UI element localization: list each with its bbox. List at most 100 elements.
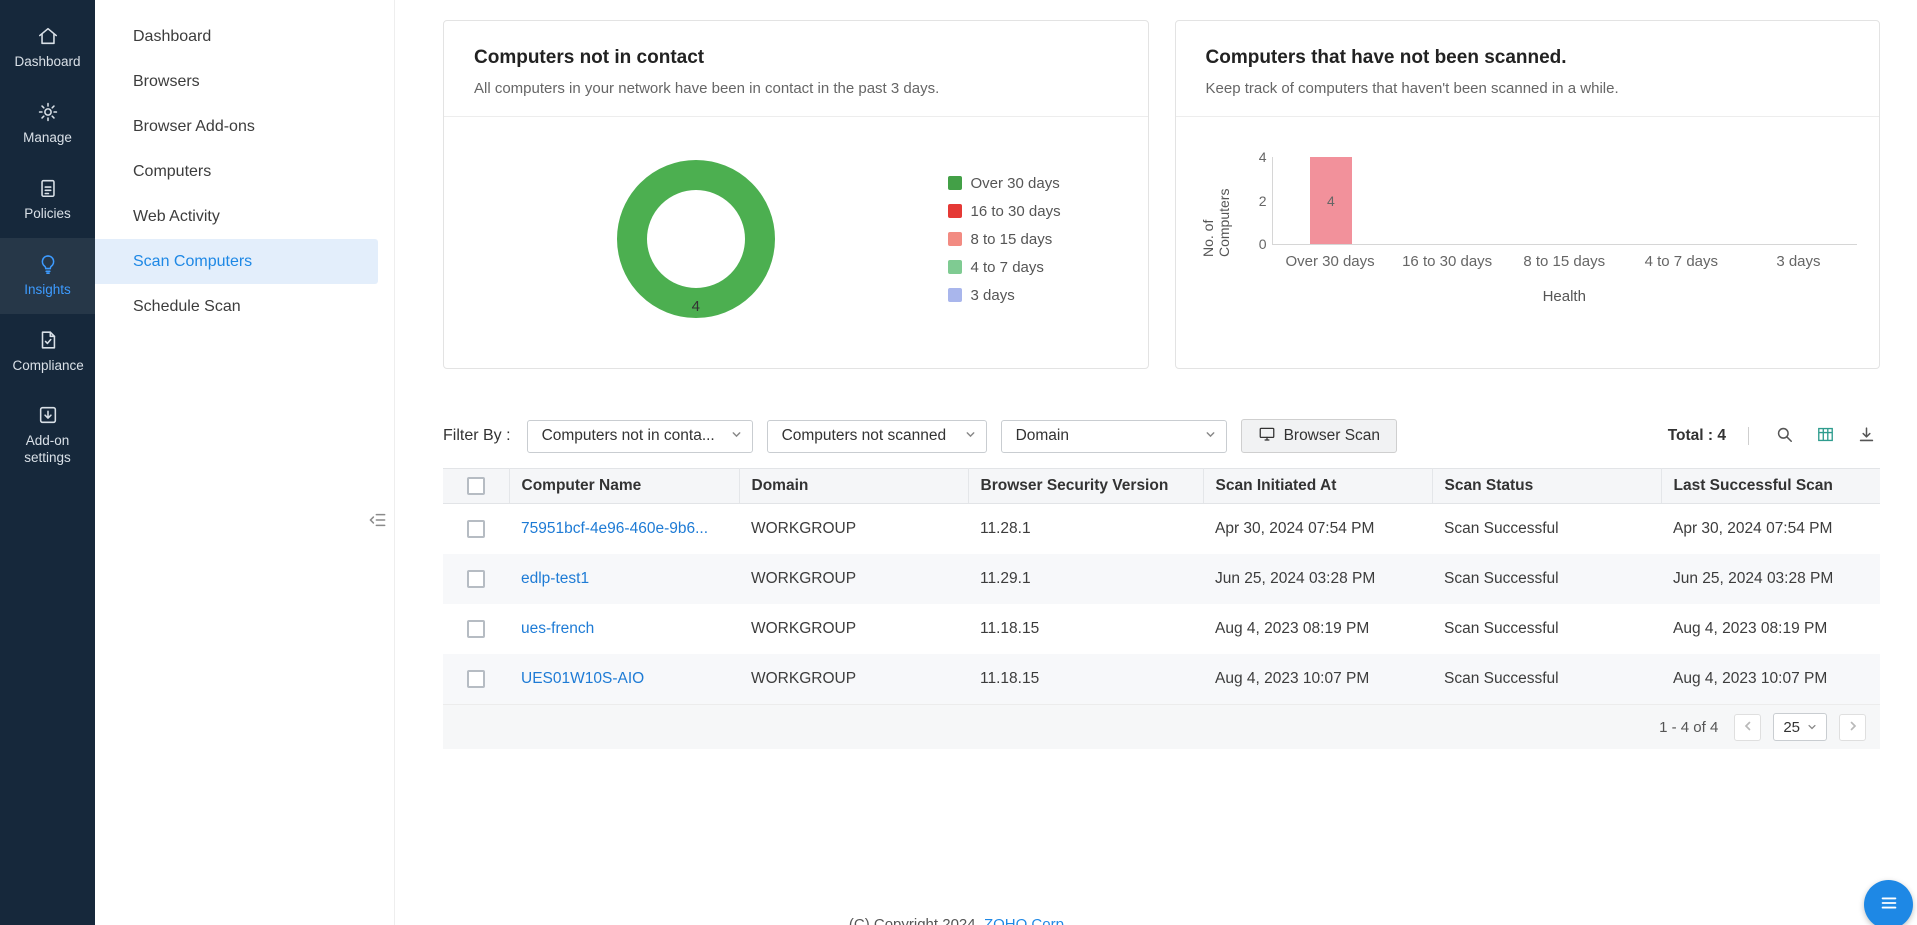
chevron-right-icon: [1847, 720, 1859, 735]
x-tick-label: 16 to 30 days: [1389, 253, 1506, 270]
table-row: edlp-test1 WORKGROUP 11.29.1 Jun 25, 202…: [443, 554, 1880, 604]
select-all-checkbox[interactable]: [467, 477, 485, 495]
card-computers-not-scanned: Computers that have not been scanned. Ke…: [1175, 20, 1881, 369]
cell-domain: WORKGROUP: [739, 554, 968, 604]
rail-item-manage[interactable]: Manage: [0, 86, 95, 162]
dropdown-value: Computers not in conta...: [542, 427, 715, 445]
cell-scan-status: Scan Successful: [1432, 654, 1661, 704]
column-header-domain[interactable]: Domain: [739, 469, 968, 504]
legend-item: 3 days: [948, 287, 1120, 304]
cell-version: 11.28.1: [968, 504, 1203, 555]
cell-scan-status: Scan Successful: [1432, 504, 1661, 555]
table-row: 75951bcf-4e96-460e-9b6... WORKGROUP 11.2…: [443, 504, 1880, 555]
computer-name-link[interactable]: UES01W10S-AIO: [521, 670, 644, 687]
sidebar-item-web-activity[interactable]: Web Activity: [95, 194, 394, 239]
filter-dropdown-contact[interactable]: Computers not in conta...: [527, 420, 753, 453]
legend-label: Over 30 days: [971, 175, 1060, 192]
legend-label: 8 to 15 days: [971, 231, 1053, 248]
cell-last-scan: Aug 4, 2023 10:07 PM: [1661, 654, 1880, 704]
search-icon: [1775, 425, 1794, 447]
filter-toolbar: Filter By : Computers not in conta... Co…: [443, 419, 1880, 453]
cell-version: 11.29.1: [968, 554, 1203, 604]
sidebar-item-scan-computers[interactable]: Scan Computers: [95, 239, 378, 284]
compliance-icon: [37, 329, 59, 351]
rail-item-label: Add-on settings: [13, 433, 83, 467]
cell-last-scan: Apr 30, 2024 07:54 PM: [1661, 504, 1880, 555]
filter-dropdown-scanned[interactable]: Computers not scanned: [767, 420, 987, 453]
sidebar-item-computers[interactable]: Computers: [95, 149, 394, 194]
computers-table: Computer Name Domain Browser Security Ve…: [443, 468, 1880, 749]
rail-item-label: Insights: [24, 282, 71, 299]
legend-swatch: [948, 260, 962, 274]
bar-chart: 4 2 0 4 Over 30 da: [1232, 157, 1866, 305]
card-computers-not-in-contact: Computers not in contact All computers i…: [443, 20, 1149, 369]
pagination-bar: 1 - 4 of 4 25: [443, 704, 1880, 749]
next-page-button[interactable]: [1839, 714, 1866, 741]
column-header-computer-name[interactable]: Computer Name: [509, 469, 739, 504]
browser-scan-button[interactable]: Browser Scan: [1241, 419, 1397, 453]
page-size-value: 25: [1783, 719, 1800, 736]
sidebar-collapse-button[interactable]: [364, 506, 392, 537]
column-header-scan-initiated-at[interactable]: Scan Initiated At: [1203, 469, 1432, 504]
sidebar-item-dashboard[interactable]: Dashboard: [95, 14, 394, 59]
nav-rail: Dashboard Manage Policies Insights Compl…: [0, 0, 95, 925]
chevron-down-icon: [723, 427, 742, 445]
legend-item: 8 to 15 days: [948, 231, 1120, 248]
home-icon: [37, 25, 59, 47]
addon-settings-icon: [37, 404, 59, 426]
toolbar-divider: [1748, 427, 1749, 445]
sidebar-item-browser-add-ons[interactable]: Browser Add-ons: [95, 104, 394, 149]
rail-item-dashboard[interactable]: Dashboard: [0, 10, 95, 86]
donut-chart: 4: [444, 160, 948, 318]
sidebar: Dashboard Browsers Browser Add-ons Compu…: [95, 0, 395, 925]
row-checkbox[interactable]: [467, 520, 485, 538]
hamburger-menu-icon: [1878, 892, 1900, 917]
cell-version: 11.18.15: [968, 654, 1203, 704]
rail-item-label: Manage: [23, 130, 72, 147]
card-subtitle: Keep track of computers that haven't bee…: [1206, 80, 1850, 97]
rail-item-add-on-settings[interactable]: Add-on settings: [0, 389, 95, 482]
card-title: Computers not in contact: [474, 47, 1118, 69]
export-button[interactable]: [1853, 421, 1880, 451]
column-header-browser-security-version[interactable]: Browser Security Version: [968, 469, 1203, 504]
policies-icon: [37, 177, 59, 199]
rail-item-policies[interactable]: Policies: [0, 162, 95, 238]
column-chooser-button[interactable]: [1812, 421, 1839, 451]
cell-scan-status: Scan Successful: [1432, 604, 1661, 654]
table-header-row: Computer Name Domain Browser Security Ve…: [443, 469, 1880, 504]
computer-name-link[interactable]: ues-french: [521, 620, 594, 637]
bar-slot: [1623, 157, 1740, 244]
cell-last-scan: Aug 4, 2023 08:19 PM: [1661, 604, 1880, 654]
zoho-corp-link[interactable]: ZOHO Corp.: [984, 916, 1068, 925]
column-header-scan-status[interactable]: Scan Status: [1432, 469, 1661, 504]
page-size-select[interactable]: 25: [1773, 713, 1827, 741]
cell-domain: WORKGROUP: [739, 654, 968, 704]
floating-menu-button[interactable]: [1864, 880, 1913, 925]
column-header-last-successful-scan[interactable]: Last Successful Scan: [1661, 469, 1880, 504]
table-grid-icon: [1816, 425, 1835, 447]
pagination-range: 1 - 4 of 4: [1659, 719, 1718, 736]
filter-dropdown-domain[interactable]: Domain: [1001, 420, 1227, 453]
x-tick-label: 8 to 15 days: [1506, 253, 1623, 270]
row-checkbox[interactable]: [467, 670, 485, 688]
bar-chart-area: No. of Computers 4 2 0 4: [1176, 117, 1880, 305]
plot-area: 4 2 0 4: [1272, 157, 1858, 245]
rail-item-insights[interactable]: Insights: [0, 238, 95, 314]
previous-page-button[interactable]: [1734, 714, 1761, 741]
bar-slot: [1389, 157, 1506, 244]
legend-swatch: [948, 176, 962, 190]
main-content: Computers not in contact All computers i…: [395, 0, 1917, 925]
search-button[interactable]: [1771, 421, 1798, 451]
chevron-down-icon: [957, 427, 976, 445]
legend-swatch: [948, 204, 962, 218]
sidebar-item-browsers[interactable]: Browsers: [95, 59, 394, 104]
insights-bulb-icon: [37, 253, 59, 275]
sidebar-item-schedule-scan[interactable]: Schedule Scan: [95, 284, 394, 329]
legend-swatch: [948, 288, 962, 302]
legend-label: 16 to 30 days: [971, 203, 1061, 220]
computer-name-link[interactable]: 75951bcf-4e96-460e-9b6...: [521, 520, 708, 537]
rail-item-compliance[interactable]: Compliance: [0, 314, 95, 390]
computer-name-link[interactable]: edlp-test1: [521, 570, 589, 587]
row-checkbox[interactable]: [467, 620, 485, 638]
row-checkbox[interactable]: [467, 570, 485, 588]
